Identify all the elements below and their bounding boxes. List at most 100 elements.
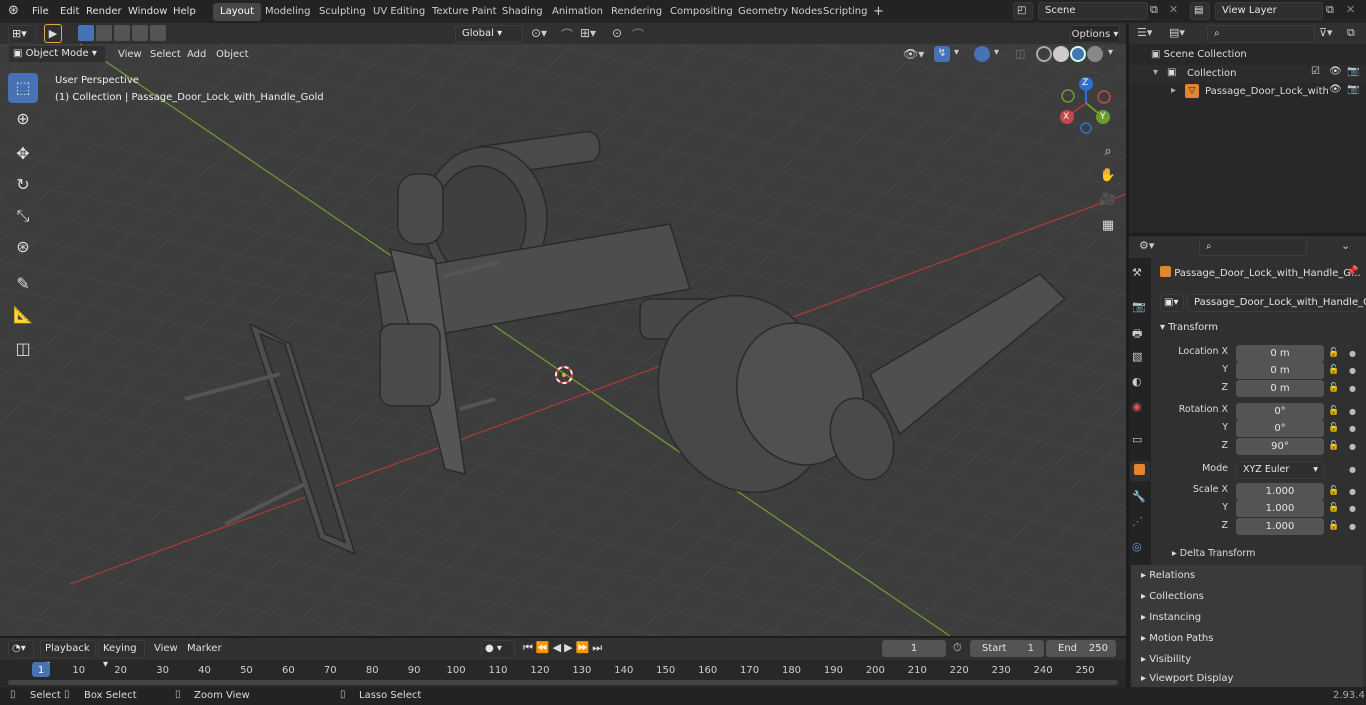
play-icon[interactable]: ▶ xyxy=(564,641,575,654)
scale-x-field[interactable]: 1.000 xyxy=(1236,483,1324,500)
select-subtract-icon[interactable] xyxy=(114,25,130,41)
object-render-icon[interactable]: 📷 xyxy=(1347,84,1359,95)
timeline-menu-marker[interactable]: Marker xyxy=(181,638,228,660)
lock-icon[interactable]: 🔓 xyxy=(1328,348,1339,358)
annotate-tool-icon[interactable]: ✎ xyxy=(8,269,38,299)
view-layer-field[interactable]: View Layer xyxy=(1215,2,1323,20)
lock-icon[interactable]: 🔓 xyxy=(1328,486,1339,496)
physics-tab-icon[interactable]: ◎ xyxy=(1132,540,1142,553)
add-cube-tool-icon[interactable]: ◫ xyxy=(8,334,38,364)
perspective-toggle-icon[interactable]: ▦ xyxy=(1097,215,1119,237)
outliner-row-collection[interactable]: ▾ ▣ Collection ☑ 👁 📷 xyxy=(1129,65,1366,83)
lock-icon[interactable]: 🔓 xyxy=(1328,383,1339,393)
snap-icon[interactable]: ⌒ xyxy=(561,26,573,43)
particles-tab-icon[interactable]: ⋰ xyxy=(1132,515,1143,528)
xray-toggle-icon[interactable]: ◫ xyxy=(1015,47,1025,60)
jump-start-icon[interactable]: ⏮ xyxy=(523,641,536,654)
wireframe-shading-icon[interactable] xyxy=(1036,46,1052,62)
location-x-field[interactable]: 0 m xyxy=(1236,345,1324,362)
object-tab-active[interactable] xyxy=(1130,461,1150,481)
panel-collections[interactable]: ▸ Collections xyxy=(1131,586,1363,607)
keyframe-dot-icon[interactable]: ● xyxy=(1349,424,1356,433)
expand-collection-icon[interactable]: ▾ xyxy=(1153,67,1158,78)
stopwatch-icon[interactable]: ⏱ xyxy=(953,641,962,655)
menu-render[interactable]: Render xyxy=(80,0,128,23)
select-invert-icon[interactable] xyxy=(132,25,148,41)
select-extend-icon[interactable] xyxy=(96,25,112,41)
workspace-tab-rendering[interactable]: Rendering xyxy=(604,3,669,21)
properties-options-icon[interactable]: ⌄ xyxy=(1341,239,1350,252)
rotate-tool-icon[interactable]: ↻ xyxy=(8,170,38,200)
rotation-x-field[interactable]: 0° xyxy=(1236,403,1324,420)
keyframe-dot-icon[interactable]: ● xyxy=(1349,366,1356,375)
workspace-tab-animation[interactable]: Animation xyxy=(545,3,610,21)
panel-viewport-display[interactable]: ▸ Viewport Display xyxy=(1131,670,1363,687)
select-intersect-icon[interactable] xyxy=(150,25,166,41)
keying-dropdown[interactable]: Keying ▾ xyxy=(98,640,145,670)
object-browse-icon[interactable]: ▣▾ xyxy=(1160,294,1184,312)
lock-icon[interactable]: 🔓 xyxy=(1328,521,1339,531)
overlays-dropdown-icon[interactable]: ▾ xyxy=(994,47,999,58)
solid-shading-icon[interactable] xyxy=(1053,46,1069,62)
cursor-tool-icon[interactable]: ⊕ xyxy=(8,104,38,134)
end-frame-field[interactable]: End 250 xyxy=(1046,640,1116,657)
menu-view[interactable]: View xyxy=(112,44,148,65)
pivot-point-icon[interactable]: ⊙▾ xyxy=(531,26,547,40)
view-layer-browse-icon[interactable]: ▤ xyxy=(1190,2,1210,20)
keyframe-dot-icon[interactable]: ● xyxy=(1349,487,1356,496)
scale-tool-icon[interactable]: ⤡ xyxy=(8,201,38,231)
display-mode-icon[interactable]: ▤▾ xyxy=(1169,26,1185,39)
select-new-icon[interactable] xyxy=(78,25,94,41)
visibility-icon[interactable]: 👁▾ xyxy=(903,47,924,61)
lock-icon[interactable]: 🔓 xyxy=(1328,503,1339,513)
zoom-icon[interactable]: ⌕ xyxy=(1097,141,1119,163)
editor-type-icon[interactable]: ⊞▾ xyxy=(8,25,36,43)
keyframe-dot-icon[interactable]: ● xyxy=(1349,349,1356,358)
keyframe-dot-icon[interactable]: ● xyxy=(1349,384,1356,393)
workspace-tab-modeling[interactable]: Modeling xyxy=(258,3,318,21)
outliner-row-object[interactable]: ▸ ▽ Passage_Door_Lock_with 👁 📷 xyxy=(1129,83,1366,101)
collection-render-icon[interactable]: 📷 xyxy=(1347,66,1359,77)
lock-icon[interactable]: 🔓 xyxy=(1328,423,1339,433)
workspace-tab-geometry-nodes[interactable]: Geometry Nodes xyxy=(731,3,829,21)
delta-transform-subpanel[interactable]: ▸ Delta Transform xyxy=(1172,548,1255,559)
playback-dropdown[interactable]: Playback ▾ xyxy=(40,640,96,670)
object-name-input[interactable]: Passage_Door_Lock_with_Handle_Gold xyxy=(1187,294,1366,312)
scene-browse-icon[interactable]: ◰ xyxy=(1013,2,1033,20)
modifier-tab-icon[interactable]: 🔧 xyxy=(1132,490,1146,503)
rotation-y-field[interactable]: 0° xyxy=(1236,420,1324,437)
snap-target-icon[interactable]: ⊞▾ xyxy=(580,26,596,40)
scale-z-field[interactable]: 1.000 xyxy=(1236,518,1324,535)
options-dropdown[interactable]: Options ▾ xyxy=(1070,25,1120,43)
pin-icon[interactable]: 📌 xyxy=(1346,266,1358,277)
outliner-search-input[interactable]: ⌕ xyxy=(1207,25,1315,43)
shading-dropdown-icon[interactable]: ▾ xyxy=(1108,47,1113,58)
new-scene-icon[interactable]: ⧉ xyxy=(1150,3,1158,17)
new-view-layer-icon[interactable]: ⧉ xyxy=(1326,3,1334,17)
collection-tab-icon[interactable]: ▭ xyxy=(1132,433,1142,446)
scale-y-field[interactable]: 1.000 xyxy=(1236,500,1324,517)
outliner-editor-icon[interactable]: ☰▾ xyxy=(1137,26,1152,39)
blender-logo-icon[interactable]: ⊛ xyxy=(8,4,22,18)
render-tab-icon[interactable]: 📷 xyxy=(1132,300,1146,313)
panel-instancing[interactable]: ▸ Instancing xyxy=(1131,607,1363,628)
timeline-menu-view[interactable]: View xyxy=(148,638,184,660)
menu-add[interactable]: Add xyxy=(181,44,212,65)
falloff-icon[interactable]: ⌒ xyxy=(632,26,644,43)
proportional-editing-icon[interactable]: ⊙ xyxy=(612,26,622,40)
move-tool-icon[interactable]: ✥ xyxy=(8,139,38,169)
gizmo-toggle-icon[interactable]: ↯ xyxy=(934,46,950,62)
object-visibility-icon[interactable]: 👁 xyxy=(1329,84,1342,95)
workspace-tab-compositing[interactable]: Compositing xyxy=(663,3,740,21)
transform-tool-icon[interactable]: ⊛ xyxy=(8,232,38,262)
gizmo-dropdown-icon[interactable]: ▾ xyxy=(954,47,959,58)
properties-search-input[interactable]: ⌕ xyxy=(1199,238,1307,256)
keyframe-dot-icon[interactable]: ● xyxy=(1349,465,1356,474)
new-collection-icon[interactable]: ⧉ xyxy=(1347,26,1355,40)
keyframe-dot-icon[interactable]: ● xyxy=(1349,442,1356,451)
scene-tab-icon[interactable]: ◐ xyxy=(1132,375,1142,388)
overlays-toggle-icon[interactable] xyxy=(974,46,990,62)
view-layer-tab-icon[interactable]: ▧ xyxy=(1132,350,1142,363)
start-frame-field[interactable]: Start 1 xyxy=(970,640,1044,657)
transform-panel-header[interactable]: ▾ Transform xyxy=(1160,322,1218,333)
